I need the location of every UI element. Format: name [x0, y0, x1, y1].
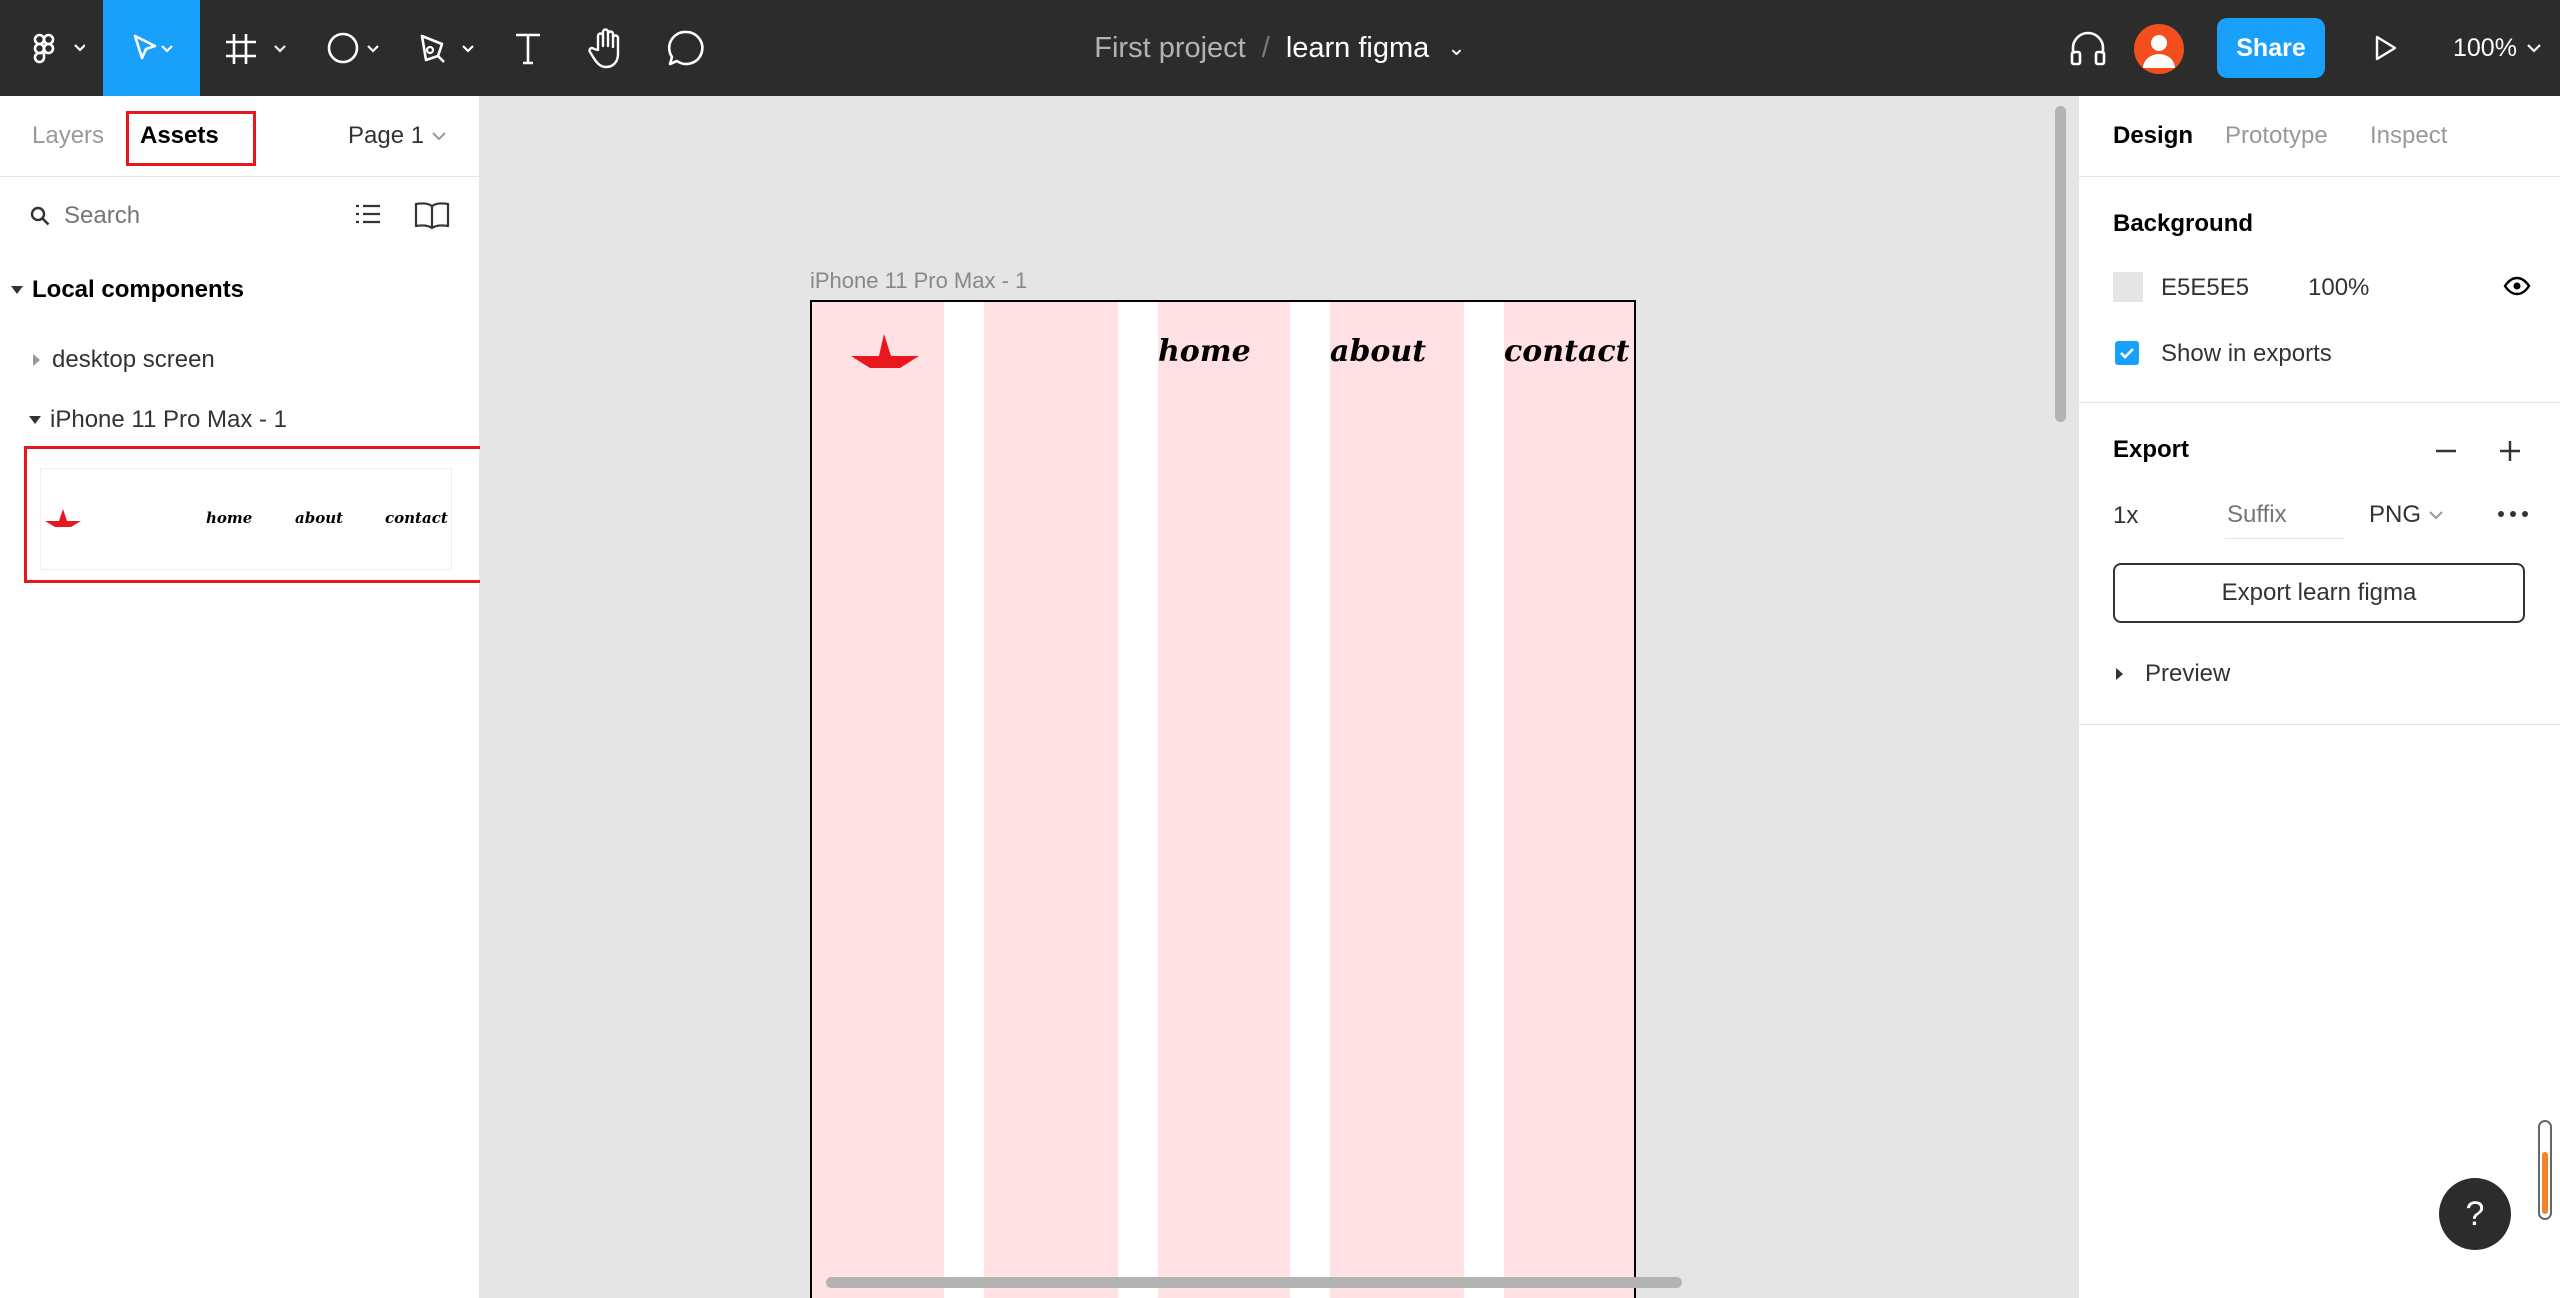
- toolbar: First project / learn figma ⌄ Share 100%: [0, 0, 2560, 96]
- iphone-frame[interactable]: home about contact: [810, 300, 1636, 1298]
- canvas[interactable]: iPhone 11 Pro Max - 1 home about contact: [480, 96, 2078, 1298]
- component-label: iPhone 11 Pro Max - 1: [50, 406, 288, 433]
- comment-tool-icon: [667, 30, 704, 66]
- divider: [0, 176, 479, 177]
- tab-prototype[interactable]: Prototype: [2225, 122, 2328, 150]
- preview-toggle[interactable]: Preview: [2113, 660, 2230, 688]
- search-input[interactable]: [62, 198, 316, 234]
- figma-menu-icon: [33, 33, 85, 64]
- divider: [2079, 176, 2560, 177]
- layout-grid-column: [1158, 302, 1290, 1298]
- shape-tool-button[interactable]: [310, 0, 390, 96]
- nav-contact: contact: [1504, 334, 1630, 369]
- file-name[interactable]: learn figma: [1286, 32, 1429, 65]
- present-button[interactable]: [2360, 0, 2410, 96]
- horizontal-scrollbar[interactable]: [826, 1277, 1682, 1288]
- more-options-icon[interactable]: [2497, 508, 2529, 520]
- background-hex[interactable]: E5E5E5: [2161, 274, 2249, 302]
- list-view-icon[interactable]: [352, 201, 384, 229]
- suffix-input[interactable]: [2225, 492, 2345, 539]
- comment-tool-button[interactable]: [658, 0, 714, 96]
- zoom-value: 100%: [2453, 33, 2517, 62]
- text-tool-icon: [516, 33, 540, 65]
- share-button[interactable]: Share: [2217, 18, 2325, 78]
- hand-tool-button[interactable]: [578, 0, 638, 96]
- plus-icon[interactable]: [2497, 438, 2523, 464]
- side-handle[interactable]: [2538, 1120, 2552, 1220]
- layout-grid-column: [984, 302, 1118, 1298]
- chevron-down-icon: [432, 132, 446, 141]
- highlight-box: [24, 446, 483, 583]
- frame-label[interactable]: iPhone 11 Pro Max - 1: [810, 268, 1027, 294]
- layout-grid-column: [812, 302, 944, 1298]
- main-menu-button[interactable]: [0, 0, 100, 96]
- audio-button[interactable]: [2060, 0, 2116, 96]
- export-title: Export: [2113, 436, 2190, 463]
- section-title: Local components: [32, 276, 245, 303]
- chevron-down-icon: [2429, 511, 2443, 520]
- star-logo-icon: [851, 334, 919, 368]
- library-icon[interactable]: [412, 199, 452, 231]
- tab-layers[interactable]: Layers: [32, 122, 104, 150]
- divider: [2079, 724, 2560, 725]
- highlight-box: [126, 111, 256, 166]
- export-button[interactable]: Export learn figma: [2113, 563, 2525, 623]
- frame-tool-icon: [226, 34, 286, 64]
- local-components-header[interactable]: Local components: [10, 276, 244, 304]
- layout-grid-column: [1504, 302, 1634, 1298]
- project-name[interactable]: First project: [1094, 32, 1245, 65]
- background-opacity[interactable]: 100%: [2308, 274, 2369, 302]
- show-in-exports-label: Show in exports: [2161, 340, 2332, 367]
- chevron-down-icon: [2527, 44, 2541, 53]
- right-panel: Design Prototype Inspect Background E5E5…: [2078, 96, 2560, 1298]
- pen-tool-icon: [420, 34, 474, 63]
- format-dropdown[interactable]: PNG: [2369, 501, 2447, 529]
- layout-grid-column: [1330, 302, 1464, 1298]
- asset-search: [0, 186, 479, 244]
- help-button[interactable]: ?: [2439, 1178, 2511, 1250]
- component-item-desktop-screen[interactable]: desktop screen: [30, 346, 215, 374]
- nav-about: about: [1330, 334, 1427, 369]
- shape-tool-icon: [327, 32, 379, 64]
- title-separator: /: [1261, 31, 1270, 64]
- tab-inspect[interactable]: Inspect: [2370, 122, 2447, 150]
- divider: [2079, 402, 2560, 403]
- caret-down-icon: [29, 416, 41, 424]
- pen-tool-button[interactable]: [405, 0, 485, 96]
- component-item-iphone[interactable]: iPhone 11 Pro Max - 1: [28, 406, 287, 434]
- preview-label: Preview: [2145, 660, 2231, 687]
- format-value: PNG: [2369, 501, 2422, 528]
- minus-icon[interactable]: [2433, 438, 2459, 464]
- background-title: Background: [2113, 210, 2254, 237]
- caret-down-icon: [11, 286, 23, 294]
- play-icon: [2375, 35, 2397, 61]
- headphones-icon: [2070, 31, 2106, 66]
- checkmark-icon: [2120, 348, 2134, 359]
- move-tool-button[interactable]: [103, 0, 200, 96]
- hand-tool-icon: [588, 28, 620, 69]
- export-scale[interactable]: 1x: [2113, 502, 2138, 530]
- vertical-scrollbar[interactable]: [2055, 106, 2066, 422]
- background-swatch[interactable]: [2113, 272, 2143, 302]
- eye-icon[interactable]: [2503, 274, 2531, 298]
- page-dropdown[interactable]: Page 1: [348, 122, 450, 150]
- move-tool-icon: [133, 34, 173, 60]
- caret-right-icon: [2116, 668, 2123, 680]
- avatar-icon[interactable]: [2134, 24, 2184, 74]
- frame-tool-button[interactable]: [215, 0, 295, 96]
- caret-right-icon: [33, 354, 40, 366]
- search-icon: [30, 206, 50, 226]
- page-name: Page 1: [348, 122, 425, 149]
- chevron-down-icon[interactable]: ⌄: [1447, 35, 1465, 61]
- tab-design[interactable]: Design: [2113, 122, 2193, 150]
- component-label: desktop screen: [52, 346, 215, 373]
- text-tool-button[interactable]: [500, 0, 556, 96]
- zoom-dropdown[interactable]: 100%: [2453, 0, 2545, 96]
- nav-home: home: [1158, 334, 1251, 369]
- show-in-exports-checkbox[interactable]: [2115, 341, 2139, 365]
